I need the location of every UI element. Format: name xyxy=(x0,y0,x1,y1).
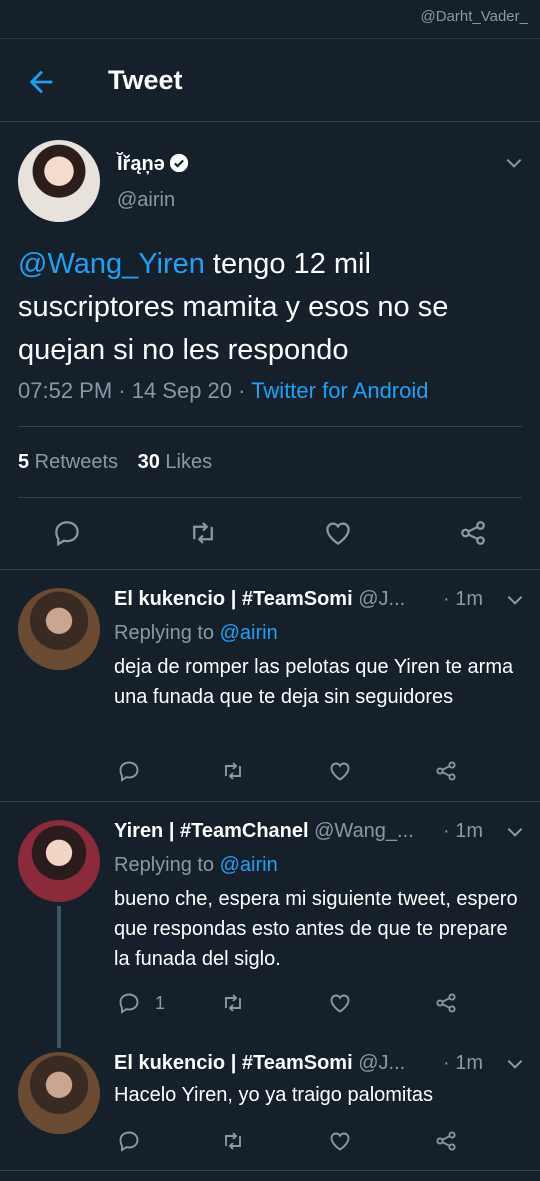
replying-label: Replying to xyxy=(114,854,220,876)
reply-icon[interactable] xyxy=(52,518,82,553)
chevron-down-icon[interactable] xyxy=(505,590,525,610)
share-icon[interactable] xyxy=(458,518,488,553)
tweet-time: 07:52 PM · 14 Sep 20 · xyxy=(18,378,252,403)
reply-time: · 1m xyxy=(443,820,483,842)
reply-actions xyxy=(0,1129,540,1159)
like-icon[interactable] xyxy=(323,518,353,553)
likes-count: 30 xyxy=(137,451,160,473)
reply-count: 1 xyxy=(155,993,166,1013)
author-name-text: Ĭřąņə xyxy=(117,153,165,175)
reply-author-name[interactable]: El kukencio | #TeamSomi xyxy=(114,1052,353,1074)
replying-label: Replying to xyxy=(114,622,220,644)
avatar[interactable] xyxy=(18,820,100,902)
reply-header: El kukencio | #TeamSomi @J... xyxy=(114,1052,405,1075)
retweets-stat[interactable]: 5 Retweets xyxy=(18,451,118,473)
retweet-icon[interactable] xyxy=(220,991,246,1020)
reply-actions xyxy=(0,759,540,789)
share-icon[interactable] xyxy=(434,991,458,1020)
reply-text: bueno che, espera mi siguiente tweet, es… xyxy=(114,888,518,970)
watermark: @Darht_Vader_ xyxy=(420,8,528,25)
verified-badge-icon xyxy=(169,153,189,173)
replying-mention[interactable]: @airin xyxy=(220,622,278,644)
mention-link[interactable]: @Wang_Yiren xyxy=(18,248,205,280)
retweets-count: 5 xyxy=(18,451,30,473)
replying-to: Replying to @airin xyxy=(114,854,278,877)
tweet-actions xyxy=(0,518,540,558)
retweet-icon[interactable] xyxy=(220,759,246,788)
retweet-icon[interactable] xyxy=(220,1129,246,1158)
reply-actions: 1 xyxy=(0,991,540,1021)
like-icon[interactable] xyxy=(328,759,352,788)
thread-line xyxy=(57,906,61,1048)
divider xyxy=(0,801,540,802)
chevron-down-icon[interactable] xyxy=(505,822,525,842)
reply-author-handle[interactable]: @J... xyxy=(358,1052,405,1074)
reply-author-name[interactable]: El kukencio | #TeamSomi xyxy=(114,588,353,610)
share-icon[interactable] xyxy=(434,1129,458,1158)
reply-time: · 1m xyxy=(443,588,483,610)
reply-icon[interactable] xyxy=(117,991,141,1020)
like-icon[interactable] xyxy=(328,991,352,1020)
reply-author-handle[interactable]: @J... xyxy=(358,588,405,610)
reply-icon[interactable] xyxy=(117,759,141,788)
avatar[interactable] xyxy=(18,588,100,670)
avatar[interactable] xyxy=(18,1052,100,1134)
reply-text: Hacelo Yiren, yo ya traigo palomitas xyxy=(114,1084,434,1106)
reply-author-handle[interactable]: @Wang_... xyxy=(314,820,414,842)
replying-to: Replying to @airin xyxy=(114,622,278,645)
retweets-label: Retweets xyxy=(29,451,119,473)
reply-header: Yiren | #TeamChanel @Wang_... xyxy=(114,820,414,843)
divider xyxy=(18,426,522,427)
reply-time: · 1m xyxy=(443,1052,483,1074)
tweet-stats: 5 Retweets 30 Likes xyxy=(18,451,212,474)
divider xyxy=(0,569,540,570)
replying-mention[interactable]: @airin xyxy=(220,854,278,876)
like-icon[interactable] xyxy=(328,1129,352,1158)
tweet-source[interactable]: Twitter for Android xyxy=(251,378,428,403)
likes-label: Likes xyxy=(159,451,213,473)
page-title: Tweet xyxy=(108,65,183,95)
top-bar: Tweet xyxy=(0,38,540,122)
reply-author-name[interactable]: Yiren | #TeamChanel xyxy=(114,820,309,842)
avatar[interactable] xyxy=(18,140,100,222)
tweet-meta: 07:52 PM · 14 Sep 20 · Twitter for Andro… xyxy=(18,378,429,404)
divider xyxy=(18,497,522,498)
reply-text: deja de romper las pelotas que Yiren te … xyxy=(114,656,514,708)
divider xyxy=(0,1170,540,1171)
tweet-text: @Wang_Yiren tengo 12 mil suscriptores ma… xyxy=(18,243,523,372)
chevron-down-icon[interactable] xyxy=(504,153,524,173)
back-arrow-icon[interactable] xyxy=(24,65,58,99)
share-icon[interactable] xyxy=(434,759,458,788)
likes-stat[interactable]: 30 Likes xyxy=(138,451,213,473)
chevron-down-icon[interactable] xyxy=(505,1054,525,1074)
retweet-icon[interactable] xyxy=(187,518,219,553)
reply-icon[interactable] xyxy=(117,1129,141,1158)
author-handle[interactable]: @airin xyxy=(117,189,175,212)
reply-header: El kukencio | #TeamSomi @J... xyxy=(114,588,405,611)
author-name[interactable]: Ĭřąņə xyxy=(117,153,189,176)
